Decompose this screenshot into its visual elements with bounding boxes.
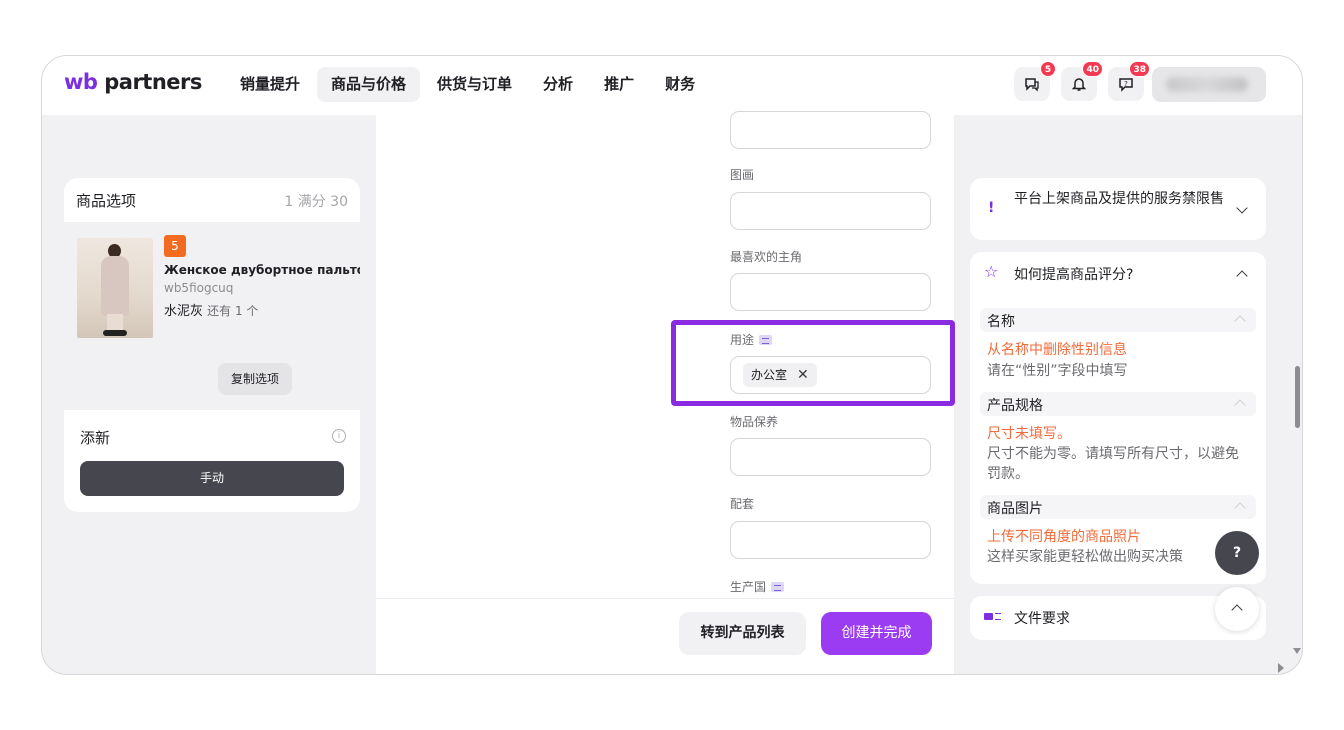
file-requirements-title: 文件要求 bbox=[1014, 611, 1070, 627]
set-input[interactable] bbox=[730, 521, 931, 559]
nav-analytics[interactable]: 分析 bbox=[529, 67, 587, 102]
product-form: 图画 最喜欢的主角 用途 办公室 ✕ 物品保养 配套 生产国 转到产品列表 创建并… bbox=[376, 111, 955, 674]
product-code: wb5fiogcuq bbox=[164, 281, 234, 295]
notifications-badge: 40 bbox=[1082, 61, 1103, 77]
warning-name: 从名称中删除性别信息 bbox=[987, 342, 1127, 358]
hint-specs: 尺寸不能为零。请填写所有尺寸，以避免罚款。 bbox=[987, 446, 1239, 482]
chevron-up-icon bbox=[1231, 604, 1243, 616]
form-actions: 转到产品列表 创建并完成 bbox=[376, 598, 954, 674]
chevron-up-icon bbox=[1234, 399, 1246, 411]
app-window: wb partners 销量提升 商品与价格 供货与订单 分析 推广 财务 5 … bbox=[41, 55, 1303, 675]
scrollbar-down-arrow[interactable] bbox=[1293, 648, 1301, 654]
pattern-input[interactable] bbox=[730, 192, 931, 230]
product-photo bbox=[77, 238, 153, 338]
variants-card: 商品选项 1 满分 30 5 Женское двубортное пальто… bbox=[64, 178, 360, 512]
resize-grip[interactable] bbox=[1278, 663, 1284, 673]
field-label-favorite-character: 最喜欢的主角 bbox=[730, 250, 803, 264]
restricted-goods-banner[interactable]: ! 平台上架商品及提供的服务禁限售 bbox=[970, 178, 1266, 240]
variant-item[interactable]: 5 Женское двубортное пальто... wb5fiogcu… bbox=[64, 222, 360, 410]
chat-button[interactable]: 5 bbox=[1014, 61, 1056, 101]
account-name-blurred bbox=[1166, 77, 1248, 92]
add-new-label: 添新 bbox=[80, 429, 111, 447]
create-finish-button[interactable]: 创建并完成 bbox=[821, 612, 932, 655]
previous-field-input[interactable] bbox=[730, 111, 931, 149]
info-icon[interactable]: i bbox=[332, 429, 346, 443]
variant-number-badge: 5 bbox=[164, 235, 186, 257]
scrollbar-thumb[interactable] bbox=[1295, 366, 1300, 428]
chevron-up-icon[interactable] bbox=[1236, 270, 1248, 282]
field-label-care: 物品保养 bbox=[730, 415, 779, 429]
product-stock: 还有 1 个 bbox=[207, 304, 259, 318]
nav-sales-boost[interactable]: 销量提升 bbox=[226, 67, 314, 102]
highlight-frame bbox=[671, 320, 955, 406]
product-name: Женское двубортное пальто... bbox=[164, 263, 360, 277]
field-label-pattern: 图画 bbox=[730, 168, 755, 182]
nav-supply-orders[interactable]: 供货与订单 bbox=[423, 67, 526, 102]
nav-promotion[interactable]: 推广 bbox=[590, 67, 648, 102]
support-icon: ? bbox=[1119, 78, 1133, 92]
rating-tips-title: 如何提高商品评分? bbox=[1014, 267, 1134, 283]
svg-text:?: ? bbox=[1124, 80, 1128, 88]
support-badge: 38 bbox=[1129, 61, 1150, 77]
section-images[interactable]: 商品图片 bbox=[980, 495, 1256, 519]
document-icon bbox=[984, 613, 993, 620]
top-navigation: wb partners 销量提升 商品与价格 供货与订单 分析 推广 财务 5 … bbox=[42, 56, 1302, 115]
manual-button[interactable]: 手动 bbox=[80, 461, 344, 496]
main-nav: 销量提升 商品与价格 供货与订单 分析 推广 财务 bbox=[226, 67, 712, 102]
notifications-button[interactable]: 40 bbox=[1061, 61, 1103, 101]
exclamation-icon: ! bbox=[988, 200, 995, 216]
hint-images: 这样买家能更轻松做出购买决策 bbox=[987, 549, 1183, 565]
go-to-list-button[interactable]: 转到产品列表 bbox=[679, 612, 806, 655]
restricted-goods-text: 平台上架商品及提供的服务禁限售 bbox=[1014, 191, 1224, 207]
chat-icon bbox=[1025, 78, 1039, 92]
warning-images: 上传不同角度的商品照片 bbox=[987, 529, 1141, 545]
chat-badge: 5 bbox=[1040, 61, 1056, 77]
ai-fill-icon[interactable] bbox=[771, 582, 785, 592]
rating-tips-card: ☆ 如何提高商品评分? 名称 从名称中删除性别信息 请在“性别”字段中填写 产品… bbox=[970, 252, 1266, 584]
hint-name: 请在“性别”字段中填写 bbox=[987, 363, 1128, 379]
nav-products-prices[interactable]: 商品与价格 bbox=[317, 67, 421, 102]
chevron-up-icon bbox=[1234, 502, 1246, 514]
scroll-top-button[interactable] bbox=[1215, 587, 1259, 631]
help-button[interactable]: ? bbox=[1215, 531, 1259, 575]
field-label-set: 配套 bbox=[730, 497, 755, 511]
logo[interactable]: wb partners bbox=[64, 70, 202, 94]
star-icon: ☆ bbox=[984, 262, 999, 281]
account-menu[interactable] bbox=[1152, 67, 1266, 102]
variants-title: 商品选项 bbox=[76, 192, 137, 210]
chevron-up-icon bbox=[1234, 315, 1246, 327]
variants-count: 1 满分 30 bbox=[284, 194, 348, 210]
bell-icon bbox=[1071, 78, 1087, 91]
section-specs[interactable]: 产品规格 bbox=[980, 392, 1256, 416]
care-input[interactable] bbox=[730, 438, 931, 476]
warning-specs: 尺寸未填写。 bbox=[987, 426, 1071, 442]
field-label-country: 生产国 bbox=[730, 578, 785, 595]
support-button[interactable]: ? 38 bbox=[1108, 61, 1150, 101]
section-name[interactable]: 名称 bbox=[980, 308, 1256, 332]
product-color: 水泥灰 还有 1 个 bbox=[164, 304, 259, 319]
favorite-character-input[interactable] bbox=[730, 273, 931, 311]
copy-variant-button[interactable]: 复制选项 bbox=[218, 363, 292, 395]
nav-finance[interactable]: 财务 bbox=[651, 67, 709, 102]
